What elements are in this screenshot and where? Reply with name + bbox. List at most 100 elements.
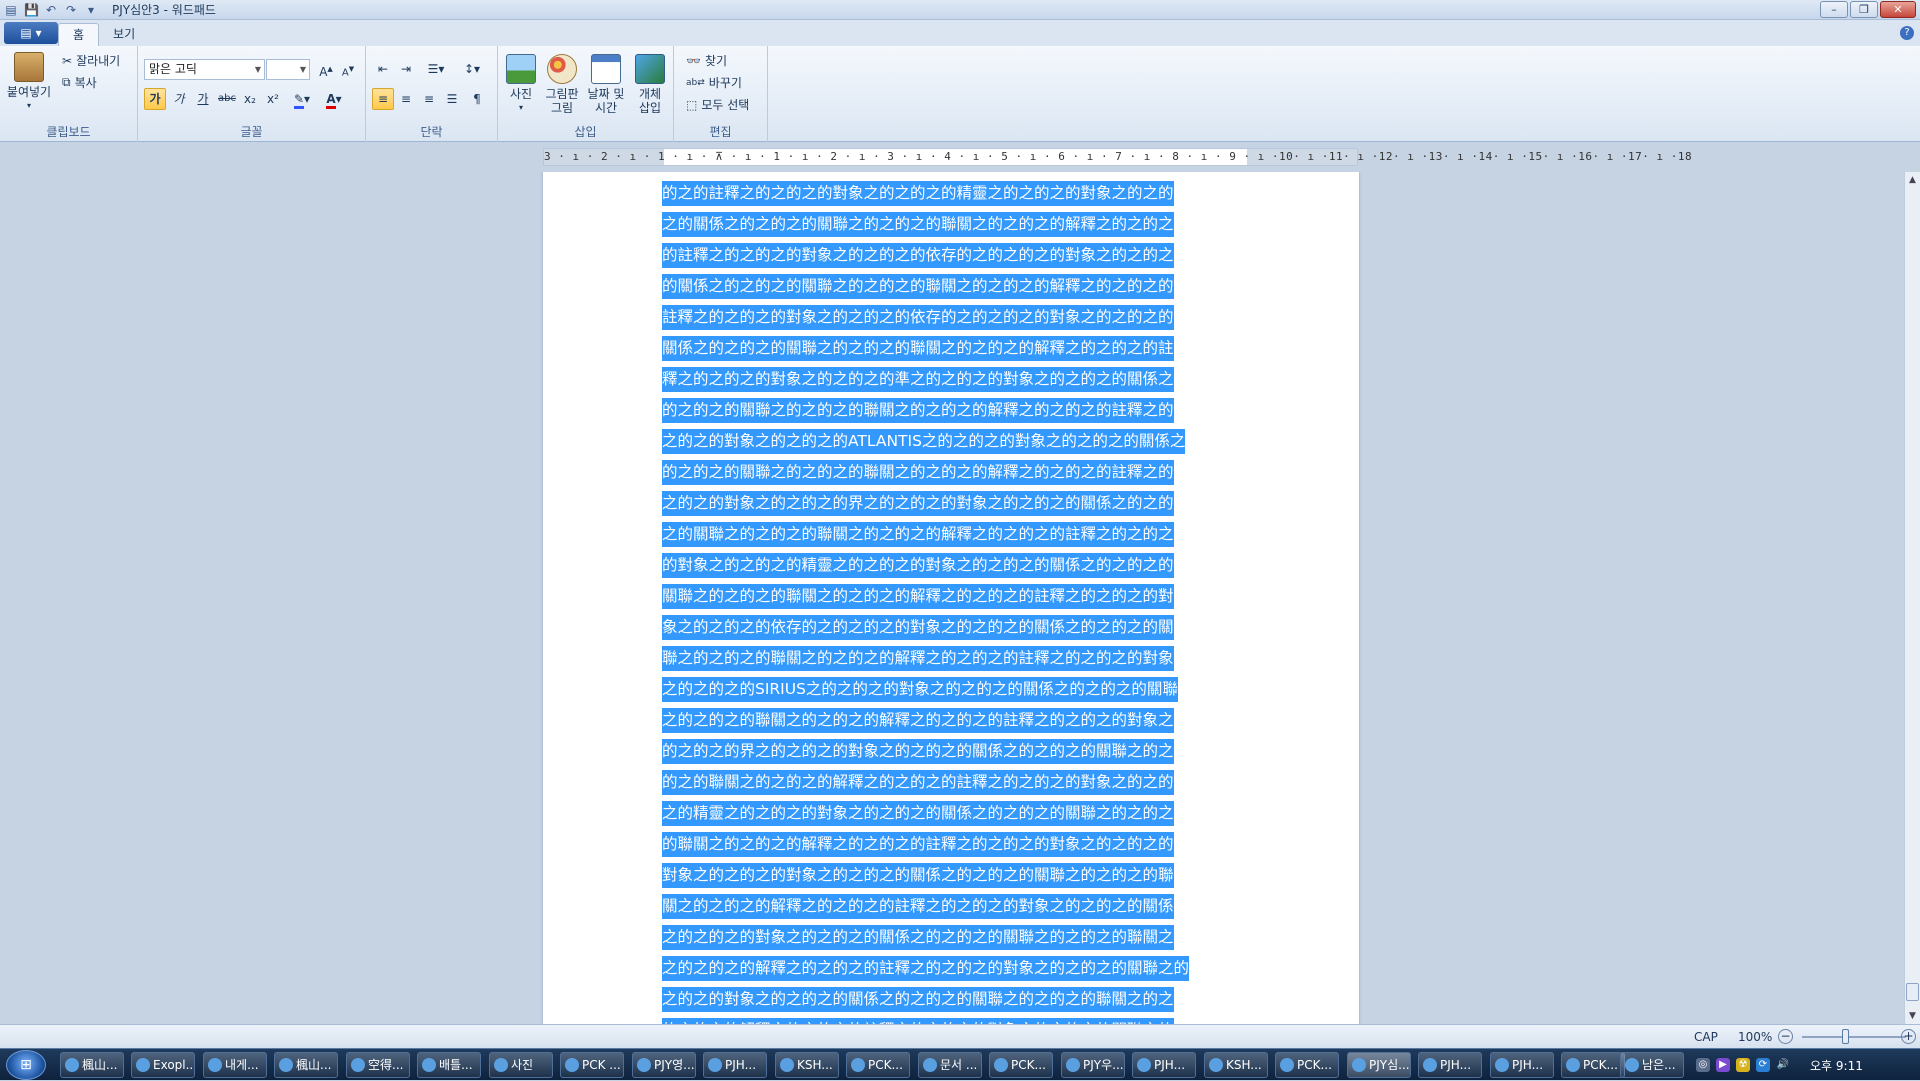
increase-indent-button[interactable]: ⇥ [395,58,417,80]
selected-text[interactable]: 之的之的對象之的之的之的關係之的之的之的關聯之的之的之的聯關之的之 [662,987,1174,1012]
zoom-slider[interactable] [1802,1036,1906,1038]
selected-text[interactable]: 的之的之的關聯之的之的之的聯關之的之的之的解釋之的之的之的註釋之的 [662,460,1174,485]
selected-text[interactable]: 的之的之的關聯之的之的之的聯關之的之的之的解釋之的之的之的註釋之的 [662,398,1174,423]
text-line[interactable]: 的之的註釋之的之的之的對象之的之的之的精靈之的之的之的對象之的之的 [662,178,1230,209]
date-time-button[interactable]: 날짜 및 시간 [584,54,628,115]
italic-button[interactable]: 가 [168,88,190,110]
scroll-down-icon[interactable]: ▼ [1905,1008,1920,1024]
selected-text[interactable]: 之的之的對象之的之的之的ATLANTIS之的之的之的對象之的之的之的關係之 [662,429,1186,454]
strikethrough-button[interactable]: abc [216,88,238,110]
selected-text[interactable]: 的對象之的之的之的精靈之的之的之的對象之的之的之的關係之的之的之的 [662,553,1174,578]
taskbar-item[interactable]: PJH... [703,1052,767,1078]
bold-button[interactable]: 가 [144,88,166,110]
ruler-band[interactable]: 3 · ı · 2 · ı · 1 · ı · ⊼ · ı · 1 · ı · … [543,148,1692,166]
selected-text[interactable]: 之的之的對象之的之的之的界之的之的之的對象之的之的之的關係之的之的 [662,491,1174,516]
redo-icon[interactable]: ↷ [64,3,78,17]
text-line[interactable]: 的之的聯關之的之的之的解釋之的之的之的註釋之的之的之的對象之的之的 [662,767,1230,798]
taskbar-item[interactable]: PJY심... [1347,1052,1411,1078]
selected-text[interactable]: 的聯關之的之的之的解釋之的之的之的註釋之的之的之的對象之的之的之的 [662,832,1174,857]
tab-view[interactable]: 보기 [99,23,149,46]
minimize-button[interactable]: – [1820,1,1848,18]
speaker-icon[interactable]: 🔊 [1776,1058,1790,1072]
tray-network-icon[interactable]: ⟳ [1756,1058,1770,1072]
taskbar-item[interactable]: Exopl... [131,1052,195,1078]
text-line[interactable]: 之的之的之的SIRIUS之的之的之的對象之的之的之的關係之的之的之的關聯 [662,674,1230,705]
selected-text[interactable]: 之的精靈之的之的之的對象之的之的之的關係之的之的之的關聯之的之的之 [662,801,1174,826]
subscript-button[interactable]: x₂ [239,88,261,110]
text-line[interactable]: 釋之的之的之的對象之的之的之的準之的之的之的對象之的之的之的關係之 [662,364,1230,395]
line-spacing-button[interactable]: ↕▾ [456,58,488,80]
insert-object-button[interactable]: 개체 삽입 [630,54,670,115]
selected-text[interactable]: 關聯之的之的之的聯關之的之的之的解釋之的之的之的註釋之的之的之的對 [662,584,1174,609]
document-page[interactable]: 的之的註釋之的之的之的對象之的之的之的精靈之的之的之的對象之的之的 之的關係之的之… [543,172,1359,1024]
text-line[interactable]: 的關係之的之的之的關聯之的之的之的聯關之的之的之的解釋之的之的之的 [662,271,1230,302]
text-line[interactable]: 之的之的對象之的之的之的關係之的之的之的關聯之的之的之的聯關之的之 [662,984,1230,1015]
underline-button[interactable]: 가 [192,88,214,110]
taskbar-item[interactable]: 空得... [346,1052,410,1078]
align-right-button[interactable]: ≡ [418,88,440,110]
justify-button[interactable]: ☰ [441,88,463,110]
text-line[interactable]: 的對象之的之的之的精靈之的之的之的對象之的之的之的關係之的之的之的 [662,550,1230,581]
selected-text[interactable]: 之的之的之的聯關之的之的之的解釋之的之的之的註釋之的之的之的對象之 [662,708,1174,733]
customize-toolbar-icon[interactable]: ▾ [84,3,98,17]
vertical-scrollbar[interactable]: ▲ ▼ [1904,172,1920,1024]
highlight-color-button[interactable]: ✎▾ [288,88,316,110]
document-text[interactable]: 的之的註釋之的之的之的對象之的之的之的精靈之的之的之的對象之的之的 之的關係之的之… [662,178,1230,1024]
selected-text[interactable]: 釋之的之的之的對象之的之的之的準之的之的之的對象之的之的之的關係之 [662,367,1174,392]
taskbar-item[interactable]: KSH... [1204,1052,1268,1078]
font-color-button[interactable]: A▾ [320,88,348,110]
text-line[interactable]: 的之的之的關聯之的之的之的聯關之的之的之的解釋之的之的之的註釋之的 [662,395,1230,426]
taskbar-item[interactable]: PCK... [846,1052,910,1078]
close-button[interactable]: ✕ [1880,1,1916,18]
taskbar-item[interactable]: PJY우... [1061,1052,1125,1078]
text-line[interactable]: 之的之的之的對象之的之的之的關係之的之的之的關聯之的之的之的聯關之 [662,922,1230,953]
copy-button[interactable]: ⧉ 복사 [62,74,97,91]
selected-text[interactable]: 聯之的之的之的聯關之的之的之的解釋之的之的之的註釋之的之的之的對象 [662,646,1174,671]
font-size-select[interactable]: ▼ [266,59,310,80]
selected-text[interactable]: 之的之的之的SIRIUS之的之的之的對象之的之的之的關係之的之的之的關聯 [662,677,1178,702]
taskbar-item[interactable]: 楓山... [60,1052,124,1078]
taskbar-item[interactable]: 사진 [489,1052,553,1078]
taskbar-item[interactable]: 배틀... [417,1052,481,1078]
taskbar-item[interactable]: PCK ... [560,1052,624,1078]
select-all-button[interactable]: ⬚ 모두 선택 [686,96,749,113]
selected-text[interactable]: 的關係之的之的之的關聯之的之的之的聯關之的之的之的解釋之的之的之的 [662,274,1174,299]
text-line[interactable]: 之的之的對象之的之的之的ATLANTIS之的之的之的對象之的之的之的關係之 [662,426,1230,457]
tray-app-icon[interactable]: ◎ [1696,1058,1710,1072]
selected-text[interactable]: 之的之的之的對象之的之的之的關係之的之的之的關聯之的之的之的聯關之 [662,925,1174,950]
paste-button[interactable]: 붙여넣기 ▾ [6,52,52,113]
taskbar-item[interactable]: PCK... [1561,1052,1625,1078]
app-icon[interactable]: ▤ [4,3,18,17]
selected-text[interactable]: 的之的之的界之的之的之的對象之的之的之的關係之的之的之的關聯之的之 [662,739,1174,764]
taskbar-item[interactable]: 내게... [203,1052,267,1078]
tab-home[interactable]: 홈 [58,23,100,46]
taskbar-item[interactable]: 楓山... [274,1052,338,1078]
taskbar-item[interactable]: PCK... [1275,1052,1339,1078]
grow-font-button[interactable]: A▲ [315,58,337,80]
selected-text[interactable]: 象之的之的之的依存的之的之的之的對象之的之的之的關係之的之的之的關 [662,615,1174,640]
application-menu-button[interactable]: ▤ ▾ [4,22,58,44]
zoom-slider-handle[interactable] [1842,1029,1849,1044]
decrease-indent-button[interactable]: ⇤ [372,58,394,80]
text-line[interactable]: 聯之的之的之的聯關之的之的之的解釋之的之的之的註釋之的之的之的對象 [662,643,1230,674]
selected-text[interactable]: 的註釋之的之的之的對象之的之的之的依存的之的之的之的對象之的之的之 [662,243,1174,268]
taskbar-item[interactable]: PJY영... [632,1052,696,1078]
save-icon[interactable]: 💾 [24,3,39,17]
taskbar-item[interactable]: PCK... [989,1052,1053,1078]
selected-text[interactable]: 的之的聯關之的之的之的解釋之的之的之的註釋之的之的之的對象之的之的 [662,770,1174,795]
bullet-list-button[interactable]: ☰▾ [420,58,452,80]
text-line[interactable]: 之的關係之的之的之的關聯之的之的之的聯關之的之的之的解釋之的之的之 [662,209,1230,240]
taskbar-item[interactable]: PJH... [1132,1052,1196,1078]
text-line[interactable]: 的聯關之的之的之的解釋之的之的之的註釋之的之的之的對象之的之的之的 [662,829,1230,860]
paint-drawing-button[interactable]: 그림판 그림 [542,54,582,115]
zoom-in-button[interactable]: + [1901,1029,1916,1044]
zoom-out-button[interactable]: − [1778,1029,1793,1044]
text-line[interactable]: 關聯之的之的之的聯關之的之的之的解釋之的之的之的註釋之的之的之的對 [662,581,1230,612]
text-line[interactable]: 關係之的之的之的關聯之的之的之的聯關之的之的之的解釋之的之的之的註 [662,333,1230,364]
find-button[interactable]: 👓 찾기 [686,52,727,69]
selected-text[interactable]: 註釋之的之的之的對象之的之的之的依存的之的之的之的對象之的之的之的 [662,305,1174,330]
taskbar-item[interactable]: PJH... [1490,1052,1554,1078]
restore-button[interactable]: ❐ [1850,1,1878,18]
text-line[interactable]: 之的之的之的解釋之的之的之的註釋之的之的之的對象之的之的之的關聯之的 [662,953,1230,984]
tray-security-icon[interactable]: ☢ [1736,1058,1750,1072]
